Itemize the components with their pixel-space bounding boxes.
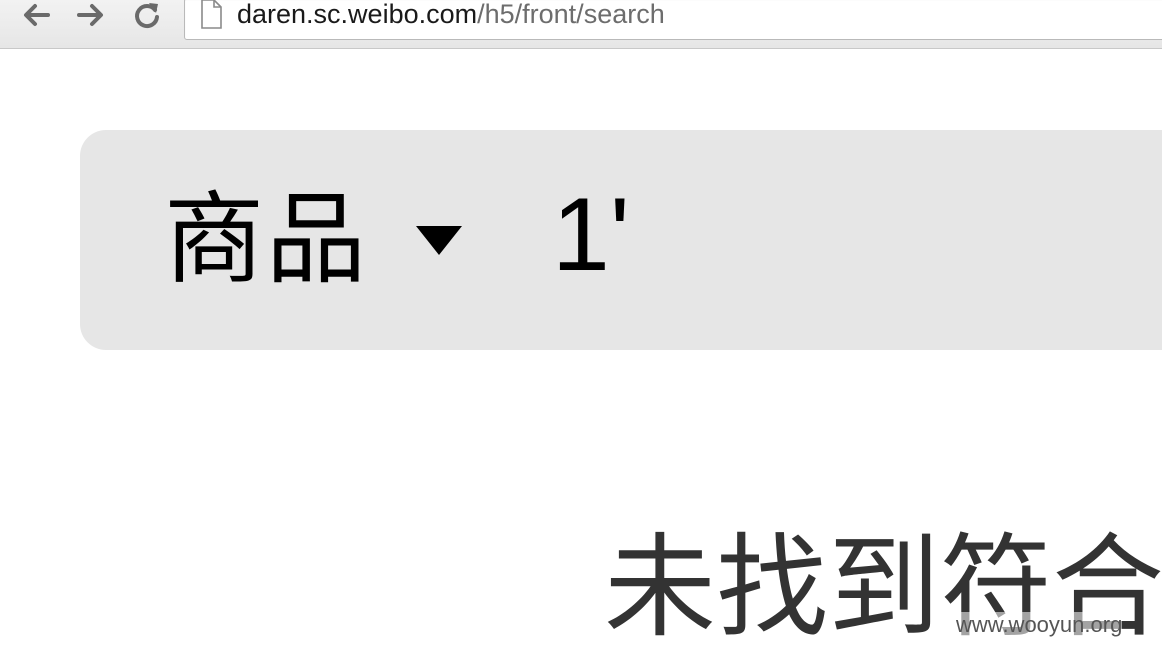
back-button[interactable] — [19, 0, 53, 30]
search-input[interactable] — [552, 175, 1162, 295]
document-icon — [201, 0, 222, 29]
reload-icon — [135, 3, 159, 29]
address-bar[interactable]: daren.sc.weibo.com/h5/front/search — [184, 0, 1162, 40]
url-host: daren.sc.weibo.com — [237, 0, 478, 29]
category-label: 商品 — [164, 181, 368, 298]
triangle-down-icon — [416, 225, 462, 255]
forward-arrow-icon — [77, 4, 103, 26]
browser-toolbar: daren.sc.weibo.com/h5/front/search — [0, 0, 1162, 49]
url-path: /h5/front/search — [477, 0, 665, 29]
back-arrow-icon — [24, 4, 50, 26]
watermark: www.wooyun.org — [956, 612, 1123, 638]
url-text[interactable]: daren.sc.weibo.com/h5/front/search — [237, 0, 665, 29]
search-panel: 商品 — [80, 130, 1162, 350]
forward-button[interactable] — [74, 0, 108, 30]
reload-button[interactable] — [130, 0, 164, 30]
category-dropdown[interactable]: 商品 — [164, 180, 462, 300]
